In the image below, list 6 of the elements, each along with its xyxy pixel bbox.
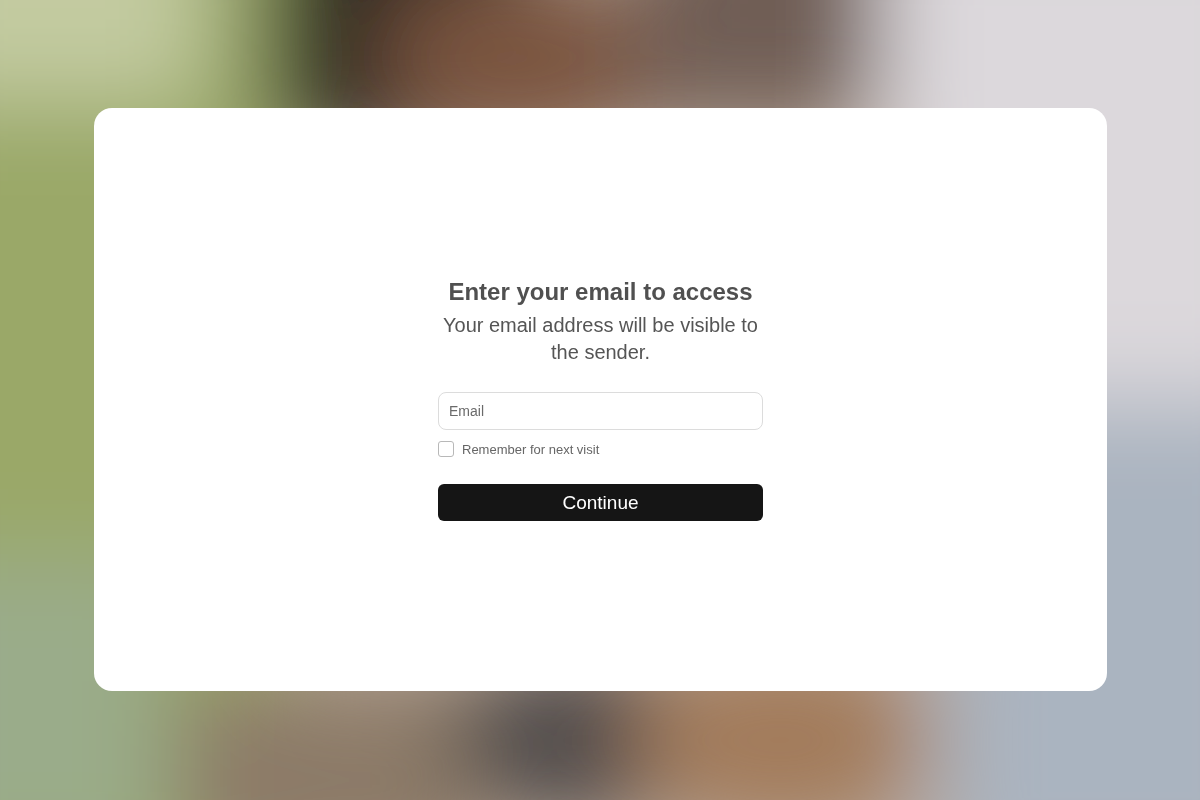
email-field[interactable]: Email [438,392,763,430]
remember-checkbox[interactable] [438,441,454,457]
dialog-title: Enter your email to access [447,278,754,306]
dialog-subtitle: Your email address will be visible to the sender. [442,313,759,365]
continue-button[interactable]: Continue [438,484,763,521]
remember-label: Remember for next visit [462,441,600,457]
